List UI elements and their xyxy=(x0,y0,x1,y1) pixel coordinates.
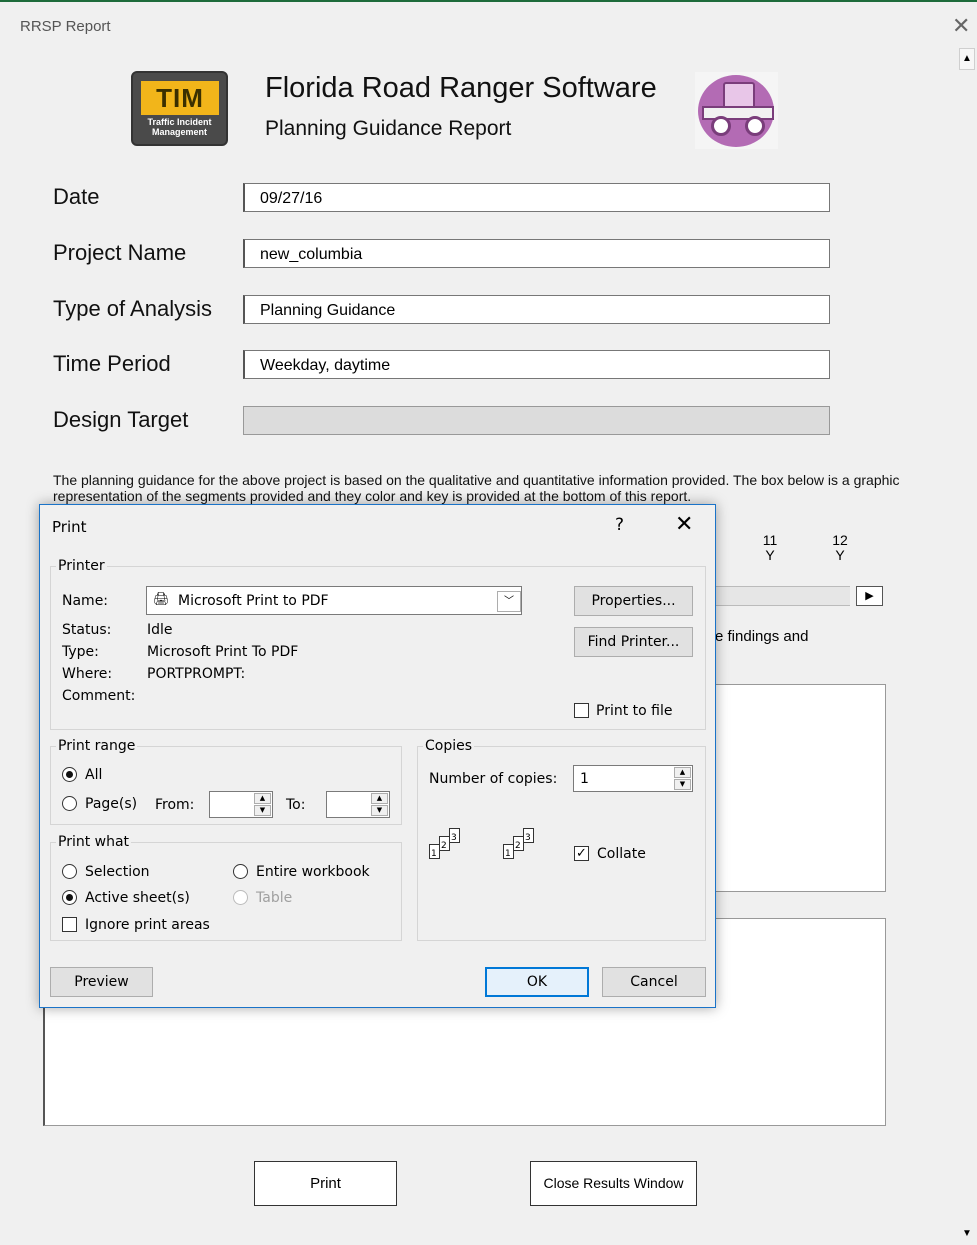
preview-button[interactable]: Preview xyxy=(50,967,153,997)
close-results-button[interactable]: Close Results Window xyxy=(530,1161,697,1206)
printer-name-value: Microsoft Print to PDF xyxy=(178,593,329,609)
report-subtitle: Planning Guidance Report xyxy=(265,117,512,140)
description-text: The planning guidance for the above proj… xyxy=(53,472,900,504)
entire-workbook-radio[interactable] xyxy=(233,864,248,879)
help-icon[interactable]: ? xyxy=(615,515,624,535)
printer-name-label: Name: xyxy=(62,593,109,609)
printer-group-label: Printer xyxy=(56,558,107,574)
status-label: Status: xyxy=(62,622,112,638)
stepper-up-icon[interactable]: ▲ xyxy=(674,767,691,778)
tim-logo-subtext: Traffic Incident Management xyxy=(133,117,226,137)
tim-logo-subtext-line2: Management xyxy=(151,127,207,137)
pages-radio[interactable] xyxy=(62,796,77,811)
collate-pages-icon: 3 2 1 xyxy=(429,828,469,873)
window-close-icon[interactable]: ✕ xyxy=(952,13,970,39)
date-field[interactable]: 09/27/16 xyxy=(243,183,830,212)
ok-button[interactable]: OK xyxy=(485,967,589,997)
dialog-title: Print xyxy=(52,518,87,536)
segment-flag: Y xyxy=(765,547,775,563)
from-stepper[interactable]: ▲ ▼ xyxy=(209,791,273,818)
where-value: PORTPROMPT: xyxy=(147,666,246,682)
all-radio[interactable] xyxy=(62,767,77,782)
selection-radio[interactable] xyxy=(62,864,77,879)
design-target-label: Design Target xyxy=(53,407,189,432)
horizontal-scrollbar[interactable] xyxy=(713,586,850,606)
all-label: All xyxy=(85,767,103,783)
copies-label: Copies xyxy=(423,738,475,754)
segment-column: 12 Y xyxy=(825,533,855,563)
tim-logo-text: TIM xyxy=(141,81,219,115)
segment-number: 12 xyxy=(832,532,848,548)
ignore-print-areas-label: Ignore print areas xyxy=(85,917,210,933)
window-title: RRSP Report xyxy=(20,18,111,35)
collate-pages-icon: 3 2 1 xyxy=(503,828,543,873)
properties-button[interactable]: Properties... xyxy=(574,586,693,616)
print-to-file-label: Print to file xyxy=(596,703,673,719)
analysis-type-field[interactable]: Planning Guidance xyxy=(243,295,830,324)
to-label: To: xyxy=(286,797,306,813)
copies-value: 1 xyxy=(580,771,589,787)
design-target-field xyxy=(243,406,830,435)
printer-name-select[interactable]: 🖨 Microsoft Print to PDF ﹀ xyxy=(146,586,522,615)
time-period-label: Time Period xyxy=(53,351,171,376)
where-label: Where: xyxy=(62,666,113,682)
print-to-file-checkbox[interactable] xyxy=(574,703,589,718)
stepper-down-icon[interactable]: ▼ xyxy=(254,805,271,816)
close-icon[interactable]: ✕ xyxy=(675,512,693,537)
table-radio xyxy=(233,890,248,905)
active-sheets-radio[interactable] xyxy=(62,890,77,905)
date-label: Date xyxy=(53,184,100,209)
app-title: Florida Road Ranger Software xyxy=(265,72,657,104)
tim-logo: TIM Traffic Incident Management xyxy=(131,71,228,146)
tim-logo-subtext-line1: Traffic Incident xyxy=(147,117,212,127)
copies-stepper[interactable]: 1 ▲ ▼ xyxy=(573,765,693,792)
print-button[interactable]: Print xyxy=(254,1161,397,1206)
time-period-field[interactable]: Weekday, daytime xyxy=(243,350,830,379)
type-value: Microsoft Print To PDF xyxy=(147,644,299,660)
number-of-copies-label: Number of copies: xyxy=(429,771,558,787)
segment-flag: Y xyxy=(835,547,845,563)
stepper-up-icon[interactable]: ▲ xyxy=(254,793,271,804)
entire-workbook-label: Entire workbook xyxy=(256,864,370,880)
segment-column: 11 Y xyxy=(755,533,785,563)
active-sheets-label: Active sheet(s) xyxy=(85,890,190,906)
print-what-label: Print what xyxy=(56,834,132,850)
print-range-label: Print range xyxy=(56,738,138,754)
from-label: From: xyxy=(155,797,195,813)
cancel-button[interactable]: Cancel xyxy=(602,967,706,997)
print-dialog: Print ? ✕ Printer Name: 🖨 Microsoft Prin… xyxy=(39,504,716,1008)
analysis-type-label: Type of Analysis xyxy=(53,296,212,321)
findings-text: e findings and xyxy=(715,628,809,645)
collate-label: Collate xyxy=(597,846,646,862)
table-label: Table xyxy=(256,890,293,906)
scroll-down-icon[interactable]: ▼ xyxy=(959,1224,975,1244)
road-ranger-truck-icon xyxy=(695,72,778,149)
project-name-field[interactable]: new_columbia xyxy=(243,239,830,268)
chevron-down-icon[interactable]: ﹀ xyxy=(497,591,521,612)
printer-icon: 🖨 xyxy=(153,592,170,607)
find-printer-button[interactable]: Find Printer... xyxy=(574,627,693,657)
pages-label: Page(s) xyxy=(85,796,138,812)
window-top-border xyxy=(0,0,977,2)
stepper-down-icon[interactable]: ▼ xyxy=(371,805,388,816)
project-name-label: Project Name xyxy=(53,240,187,265)
to-stepper[interactable]: ▲ ▼ xyxy=(326,791,390,818)
status-value: Idle xyxy=(147,622,173,638)
scroll-right-icon[interactable]: ▶ xyxy=(856,586,883,606)
scroll-up-icon[interactable]: ▲ xyxy=(959,48,975,70)
collate-checkbox[interactable]: ✓ xyxy=(574,846,589,861)
stepper-down-icon[interactable]: ▼ xyxy=(674,779,691,790)
selection-label: Selection xyxy=(85,864,150,880)
results-box xyxy=(715,684,886,892)
comment-label: Comment: xyxy=(62,688,136,704)
stepper-up-icon[interactable]: ▲ xyxy=(371,793,388,804)
type-label: Type: xyxy=(62,644,99,660)
segment-number: 11 xyxy=(762,532,778,548)
ignore-print-areas-checkbox[interactable] xyxy=(62,917,77,932)
vertical-scrollbar[interactable]: ▲ ▼ xyxy=(957,48,977,1245)
